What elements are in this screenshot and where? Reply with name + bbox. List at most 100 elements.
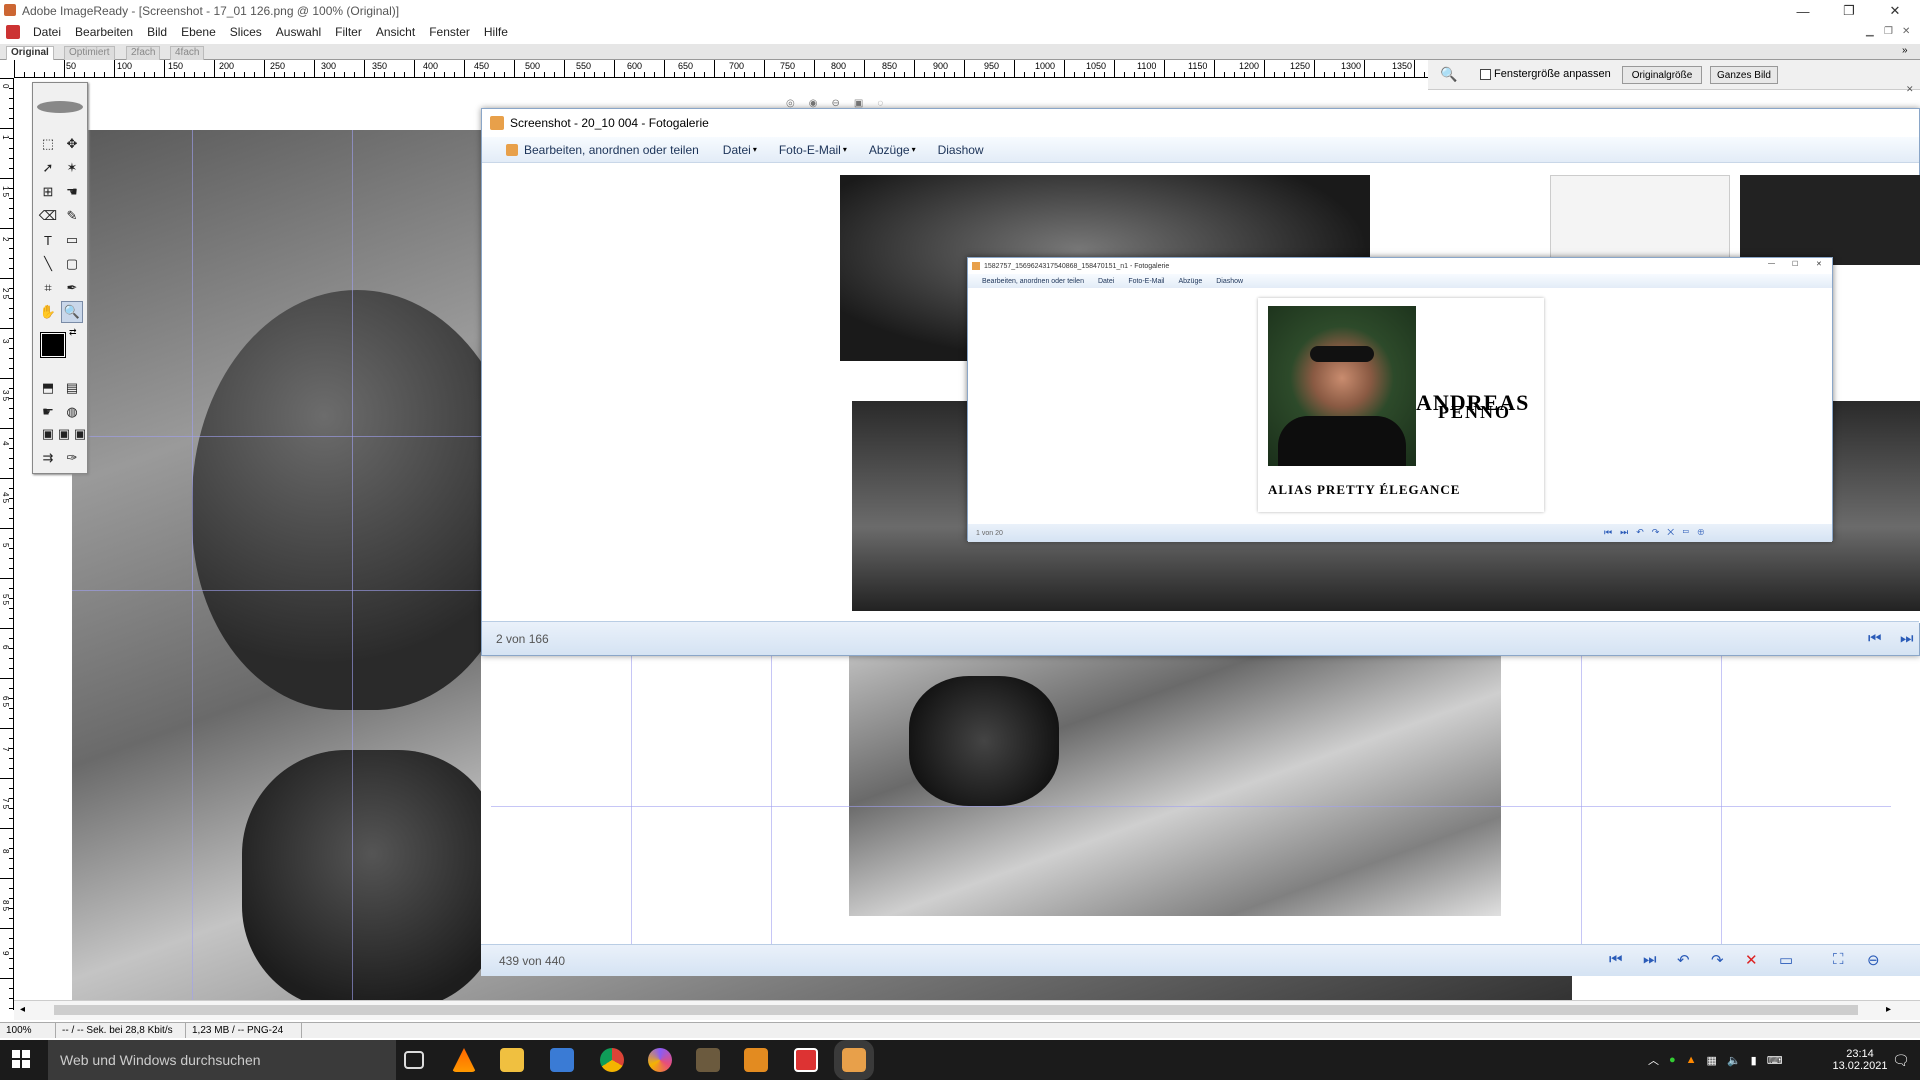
foto-email-button[interactable]: Foto-E-Mail xyxy=(767,143,853,157)
rollover-preview-icon[interactable]: ☛ xyxy=(37,401,59,423)
menu-filter[interactable]: Filter xyxy=(328,25,369,39)
nested-abzuege-button[interactable]: Abzüge xyxy=(1179,278,1203,285)
first-image-icon[interactable]: ⏮ xyxy=(1868,630,1882,647)
tray-chevron-icon[interactable]: ︿ xyxy=(1648,1052,1659,1068)
photo-gallery-taskbar-icon[interactable] xyxy=(834,1040,874,1080)
jump-to-photoshop-icon[interactable]: ⇉ xyxy=(37,447,59,469)
nested-maximize-icon[interactable]: ☐ xyxy=(1792,260,1798,268)
menu-fenster[interactable]: Fenster xyxy=(422,25,477,39)
rounded-rect-tool-icon[interactable]: ▢ xyxy=(61,253,83,275)
original-size-button[interactable]: Originalgröße xyxy=(1622,66,1702,84)
nested-foto-email-button[interactable]: Foto-E-Mail xyxy=(1128,278,1164,285)
menu-auswahl[interactable]: Auswahl xyxy=(269,25,328,39)
menu-ansicht[interactable]: Ansicht xyxy=(369,25,422,39)
screen-mode-3-icon[interactable]: ▣ xyxy=(69,423,91,445)
browser-icon[interactable] xyxy=(648,1048,672,1072)
vlc-icon[interactable] xyxy=(452,1048,476,1072)
nested-close-icon[interactable]: ✕ xyxy=(1816,260,1822,268)
task-view-icon[interactable] xyxy=(404,1051,424,1069)
tray-network-icon[interactable]: ▦ xyxy=(1707,1054,1717,1067)
tab-optimiert[interactable]: Optimiert xyxy=(64,46,115,60)
taskbar-search-box[interactable]: Web und Windows durchsuchen xyxy=(48,1040,396,1080)
marquee-tool-icon[interactable]: ⬚ xyxy=(37,133,59,155)
slice-visibility-icon[interactable]: ▤ xyxy=(61,377,83,399)
nested-minimize-icon[interactable]: — xyxy=(1768,260,1775,267)
delete-icon[interactable]: ✕ xyxy=(1745,951,1758,969)
tray-volume-icon[interactable]: 🔈 xyxy=(1727,1054,1741,1067)
lasso-tool-icon[interactable]: ➚ xyxy=(37,157,59,179)
brush-tool-icon[interactable]: ✎ xyxy=(61,205,83,227)
organize-button[interactable]: Bearbeiten, anordnen oder teilen xyxy=(518,143,711,157)
menu-datei[interactable]: Datei xyxy=(26,25,68,39)
tray-bars-icon[interactable]: ▮ xyxy=(1751,1054,1757,1067)
doc-close-icon[interactable]: ✕ xyxy=(1902,26,1910,37)
menu-slices[interactable]: Slices xyxy=(223,25,269,39)
zoom-level[interactable]: 100% xyxy=(0,1023,56,1038)
rotate-right-icon[interactable]: ↷ xyxy=(1711,951,1724,969)
options-close-icon[interactable]: ✕ xyxy=(1906,84,1914,95)
nested-diashow-button[interactable]: Diashow xyxy=(1216,278,1243,285)
file-explorer-icon[interactable] xyxy=(500,1048,524,1072)
preview-browser-icon[interactable]: ◍ xyxy=(61,401,83,423)
close-icon[interactable]: ✕ xyxy=(1872,0,1918,22)
notification-icon[interactable]: 🗨 xyxy=(1892,1040,1910,1080)
panel-expand-icon[interactable]: » xyxy=(1902,45,1908,56)
feather-small-icon[interactable]: ✑ xyxy=(61,447,83,469)
restore-icon[interactable]: ❐ xyxy=(1826,0,1872,22)
whole-image-button[interactable]: Ganzes Bild xyxy=(1710,66,1778,84)
chrome-icon[interactable] xyxy=(600,1048,624,1072)
tray-check-icon[interactable]: ● xyxy=(1669,1054,1676,1066)
menu-bild[interactable]: Bild xyxy=(140,25,174,39)
file-size[interactable]: 1,23 MB / -- PNG-24 xyxy=(186,1023,302,1038)
download-speed[interactable]: -- / -- Sek. bei 28,8 Kbit/s xyxy=(56,1023,186,1038)
diashow-button[interactable]: Diashow xyxy=(926,143,996,157)
clock[interactable]: 23:14 13.02.2021 xyxy=(1832,1040,1887,1080)
line-tool-icon[interactable]: ╲ xyxy=(37,253,59,275)
menu-ebene[interactable]: Ebene xyxy=(174,25,223,39)
rotate-left-icon[interactable]: ↶ xyxy=(1677,951,1690,969)
crop-slice-tool-icon[interactable]: ⊞ xyxy=(37,181,59,203)
fit-window-checkbox[interactable] xyxy=(1480,69,1491,80)
camera-app-icon[interactable] xyxy=(696,1048,720,1072)
imagemap-tool-icon[interactable]: ⬒ xyxy=(37,377,59,399)
tab-original[interactable]: Original xyxy=(6,46,54,60)
menu-bearbeiten[interactable]: Bearbeiten xyxy=(68,25,140,39)
tab-2fach[interactable]: 2fach xyxy=(126,46,161,60)
tray-lang-icon[interactable]: ⌨ xyxy=(1767,1054,1783,1067)
scroll-right-icon[interactable]: ▸ xyxy=(1886,1004,1891,1015)
type-tool-icon[interactable]: T xyxy=(37,229,59,251)
rectangle-tool-icon[interactable]: ▭ xyxy=(61,229,83,251)
fit-icon[interactable]: ⛶ xyxy=(1833,951,1844,968)
imageready-taskbar-icon[interactable] xyxy=(794,1048,818,1072)
document-icon[interactable] xyxy=(6,25,20,39)
tab-4fach[interactable]: 4fach xyxy=(170,46,205,60)
nested-organize-button[interactable]: Bearbeiten, anordnen oder teilen xyxy=(982,278,1084,285)
zoom-out-icon[interactable]: ⊖ xyxy=(1867,951,1880,969)
windows-start-icon[interactable] xyxy=(12,1050,30,1068)
move-tool-icon[interactable]: ✥ xyxy=(61,133,83,155)
zoom-tool-icon-palette[interactable]: 🔍 xyxy=(61,301,83,323)
last-image-icon[interactable]: ⏭ xyxy=(1643,951,1657,968)
crop-tool-icon[interactable]: ⌗ xyxy=(37,277,59,299)
menu-hilfe[interactable]: Hilfe xyxy=(477,25,515,39)
eyedropper-tool-icon[interactable]: ✒ xyxy=(61,277,83,299)
scroll-left-icon[interactable]: ◂ xyxy=(20,1004,25,1015)
zoom-tool-icon[interactable]: 🔍 xyxy=(1440,66,1457,83)
foreground-color-swatch[interactable] xyxy=(40,332,66,358)
horizontal-scrollbar[interactable]: ◂ ▸ xyxy=(14,1000,1920,1020)
photo-app-icon[interactable] xyxy=(550,1048,574,1072)
minimize-icon[interactable]: — xyxy=(1780,0,1826,22)
scroll-thumb[interactable] xyxy=(54,1005,1858,1015)
eraser-tool-icon[interactable]: ⌫ xyxy=(37,205,59,227)
hand-tool-icon[interactable]: ✋ xyxy=(37,301,59,323)
slideshow-icon[interactable]: ▭ xyxy=(1779,951,1793,969)
slice-select-tool-icon[interactable]: ☚ xyxy=(61,181,83,203)
first-image-icon[interactable]: ⏮ xyxy=(1609,951,1623,968)
tray-vlc-icon[interactable]: ▲ xyxy=(1686,1054,1697,1066)
doc-minimize-icon[interactable]: ▁ xyxy=(1866,26,1874,37)
last-image-icon[interactable]: ⏭ xyxy=(1900,630,1914,647)
magic-wand-tool-icon[interactable]: ✶ xyxy=(61,157,83,179)
app-icon-orange[interactable] xyxy=(744,1048,768,1072)
nested-nav-icons[interactable]: ⏮⏭↶↷✕▭⊕ xyxy=(1604,527,1712,538)
doc-restore-icon[interactable]: ❐ xyxy=(1884,26,1893,37)
